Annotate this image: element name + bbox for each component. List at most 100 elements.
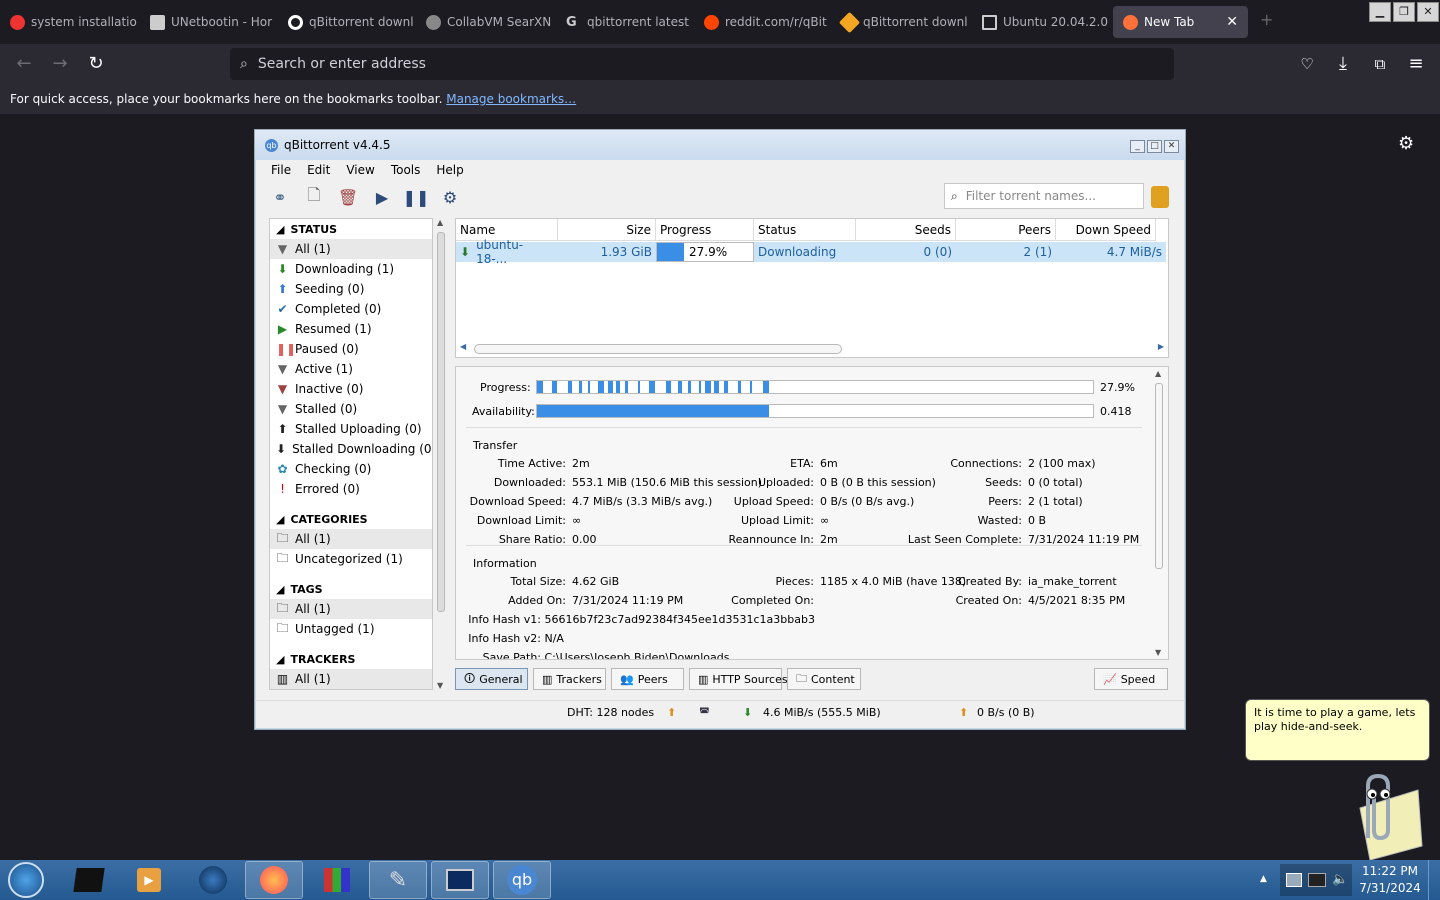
column-header-progress[interactable]: Progress — [656, 219, 754, 241]
status-item[interactable]: ✔ Completed (0) — [270, 299, 432, 319]
close-tab-icon[interactable]: ✕ — [1226, 14, 1238, 30]
taskbar-app-vm[interactable] — [431, 861, 489, 899]
tab-content[interactable]: 🗀 Content — [787, 668, 861, 690]
speed-button[interactable]: 📈 Speed — [1094, 668, 1168, 690]
scroll-up-icon[interactable]: ▲ — [437, 218, 443, 227]
hamburger-menu-icon[interactable]: ≡ — [1405, 54, 1427, 76]
scrollbar-thumb[interactable] — [1155, 383, 1163, 569]
scroll-left-icon[interactable]: ◀ — [460, 342, 466, 351]
add-torrent-link-icon[interactable]: ⚭ — [269, 186, 291, 208]
status-item[interactable]: ✿ Checking (0) — [270, 459, 432, 479]
scroll-up-icon[interactable]: ▲ — [1155, 369, 1161, 378]
column-header-size[interactable]: Size — [558, 219, 656, 241]
minimize-icon[interactable]: ▁ — [1369, 2, 1391, 22]
menu-tools[interactable]: Tools — [391, 163, 421, 177]
scrollbar-thumb[interactable] — [474, 344, 842, 354]
browser-tab[interactable]: reddit.com/r/qBit — [694, 6, 832, 38]
download-icon[interactable]: ⤓ — [1332, 54, 1354, 76]
filter-torrent-input[interactable]: ⌕ Filter torrent names... — [944, 183, 1144, 209]
volume-icon[interactable]: 🔈 — [1332, 872, 1348, 887]
browser-tab[interactable]: UNetbootin - Hor — [140, 6, 278, 38]
menu-edit[interactable]: Edit — [307, 163, 330, 177]
tab-http-sources[interactable]: ▥ HTTP Sources — [689, 668, 788, 690]
status-item[interactable]: ▼ Inactive (0) — [270, 379, 432, 399]
status-item[interactable]: ⬇ Downloading (1) — [270, 259, 432, 279]
tag-item-untagged[interactable]: 🗀 Untagged (1) — [270, 619, 432, 639]
category-item-all[interactable]: 🗀 All (1) — [270, 529, 432, 549]
forward-arrow-icon[interactable]: → — [49, 54, 71, 76]
pause-icon[interactable]: ❚❚ — [403, 186, 430, 208]
status-item[interactable]: ▼ Stalled (0) — [270, 399, 432, 419]
scroll-down-icon[interactable]: ▼ — [1155, 648, 1161, 657]
delete-trash-icon[interactable]: 🗑 — [337, 186, 359, 208]
column-header-status[interactable]: Status — [754, 219, 856, 241]
close-icon[interactable]: ✕ — [1417, 2, 1439, 22]
taskbar-app-qbittorrent[interactable]: qb — [493, 861, 551, 899]
tab-general[interactable]: 🛈 General — [455, 668, 528, 690]
menu-help[interactable]: Help — [436, 163, 463, 177]
tab-trackers[interactable]: ▥ Trackers — [533, 668, 606, 690]
display-icon[interactable] — [1308, 873, 1326, 887]
browser-tab[interactable]: system installatio — [0, 6, 140, 38]
show-desktop-button[interactable] — [1428, 860, 1440, 900]
pocket-icon[interactable]: ♡ — [1296, 54, 1318, 76]
tracker-item-all[interactable]: ▥ All (1) — [270, 669, 432, 689]
status-item[interactable]: ▼ All (1) — [270, 239, 432, 259]
status-item[interactable]: ! Errored (0) — [270, 479, 432, 499]
scroll-down-icon[interactable]: ▼ — [437, 681, 443, 690]
taskbar-app-globe[interactable] — [184, 861, 242, 899]
list-horizontal-scrollbar[interactable]: ◀ ▶ — [460, 342, 1164, 355]
taskbar-app-firefox[interactable] — [245, 861, 303, 899]
browser-tab[interactable]: qBittorrent downl — [278, 6, 416, 38]
extensions-icon[interactable]: ⧉ — [1369, 54, 1391, 76]
taskbar-app-winrar[interactable] — [308, 861, 366, 899]
taskbar-app-unetbootin[interactable]: ✎ — [369, 861, 427, 899]
upload-speed[interactable]: 0 B/s (0 B) — [977, 706, 1035, 719]
status-item[interactable]: ▼ Active (1) — [270, 359, 432, 379]
options-gear-icon[interactable]: ⚙ — [439, 186, 461, 208]
column-header-peers[interactable]: Peers — [956, 219, 1056, 241]
start-button[interactable] — [0, 861, 52, 899]
scroll-right-icon[interactable]: ▶ — [1158, 342, 1164, 351]
status-item[interactable]: ⬆ Stalled Uploading (0) — [270, 419, 432, 439]
resume-play-icon[interactable]: ▶ — [371, 186, 393, 208]
tray-expand-icon[interactable]: ▲ — [1260, 874, 1267, 884]
new-tab-plus-icon[interactable]: + — [1260, 10, 1273, 29]
scrollbar-thumb[interactable] — [437, 232, 445, 612]
category-item-uncategorized[interactable]: 🗀 Uncategorized (1) — [270, 549, 432, 569]
status-item[interactable]: ❚❚ Paused (0) — [270, 339, 432, 359]
menu-file[interactable]: File — [271, 163, 291, 177]
taskbar-clock[interactable]: 11:22 PM 7/31/2024 — [1356, 863, 1424, 897]
trackers-header[interactable]: ◢ TRACKERS — [270, 649, 432, 669]
column-header-seeds[interactable]: Seeds — [856, 219, 956, 241]
manage-bookmarks-link[interactable]: Manage bookmarks… — [446, 92, 576, 106]
props-vertical-scrollbar[interactable]: ▲ ▼ — [1153, 367, 1165, 659]
download-speed[interactable]: 4.6 MiB/s (555.5 MiB) — [763, 706, 881, 719]
status-header[interactable]: ◢ STATUS — [270, 219, 432, 239]
sidebar-scrollbar[interactable]: ▲ ▼ — [435, 218, 447, 690]
close-icon[interactable]: ✕ — [1164, 140, 1179, 153]
categories-header[interactable]: ◢ CATEGORIES — [270, 509, 432, 529]
tags-header[interactable]: ◢ TAGS — [270, 579, 432, 599]
maximize-icon[interactable]: ❐ — [1393, 2, 1415, 22]
tab-peers[interactable]: 👥 Peers — [611, 668, 684, 690]
status-item[interactable]: ⬆ Seeding (0) — [270, 279, 432, 299]
status-item[interactable]: ⬇ Stalled Downloading (0) — [270, 439, 432, 459]
clippy-paperclip-icon[interactable] — [1330, 768, 1424, 860]
reload-icon[interactable]: ↻ — [85, 54, 107, 76]
tag-item-all[interactable]: 🗀 All (1) — [270, 599, 432, 619]
network-icon[interactable] — [1286, 873, 1302, 887]
browser-tab[interactable]: qBittorrent downl — [832, 6, 972, 38]
menu-view[interactable]: View — [346, 163, 374, 177]
url-bar[interactable]: ⌕ Search or enter address — [230, 48, 1174, 80]
lock-icon[interactable] — [1151, 186, 1169, 208]
connection-status-icon[interactable]: ⬆ — [667, 706, 676, 719]
taskbar-app-terminal[interactable] — [60, 861, 118, 899]
browser-tab-active[interactable]: New Tab ✕ — [1113, 6, 1248, 38]
minimize-icon[interactable]: _ — [1130, 140, 1145, 153]
browser-tab[interactable]: Ubuntu 20.04.2.0 — [972, 6, 1110, 38]
taskbar-app-media[interactable]: ▶ — [120, 861, 178, 899]
status-item[interactable]: ▶ Resumed (1) — [270, 319, 432, 339]
browser-tab[interactable]: Gqbittorrent latest — [556, 6, 694, 38]
browser-tab[interactable]: CollabVM SearXN — [416, 6, 556, 38]
